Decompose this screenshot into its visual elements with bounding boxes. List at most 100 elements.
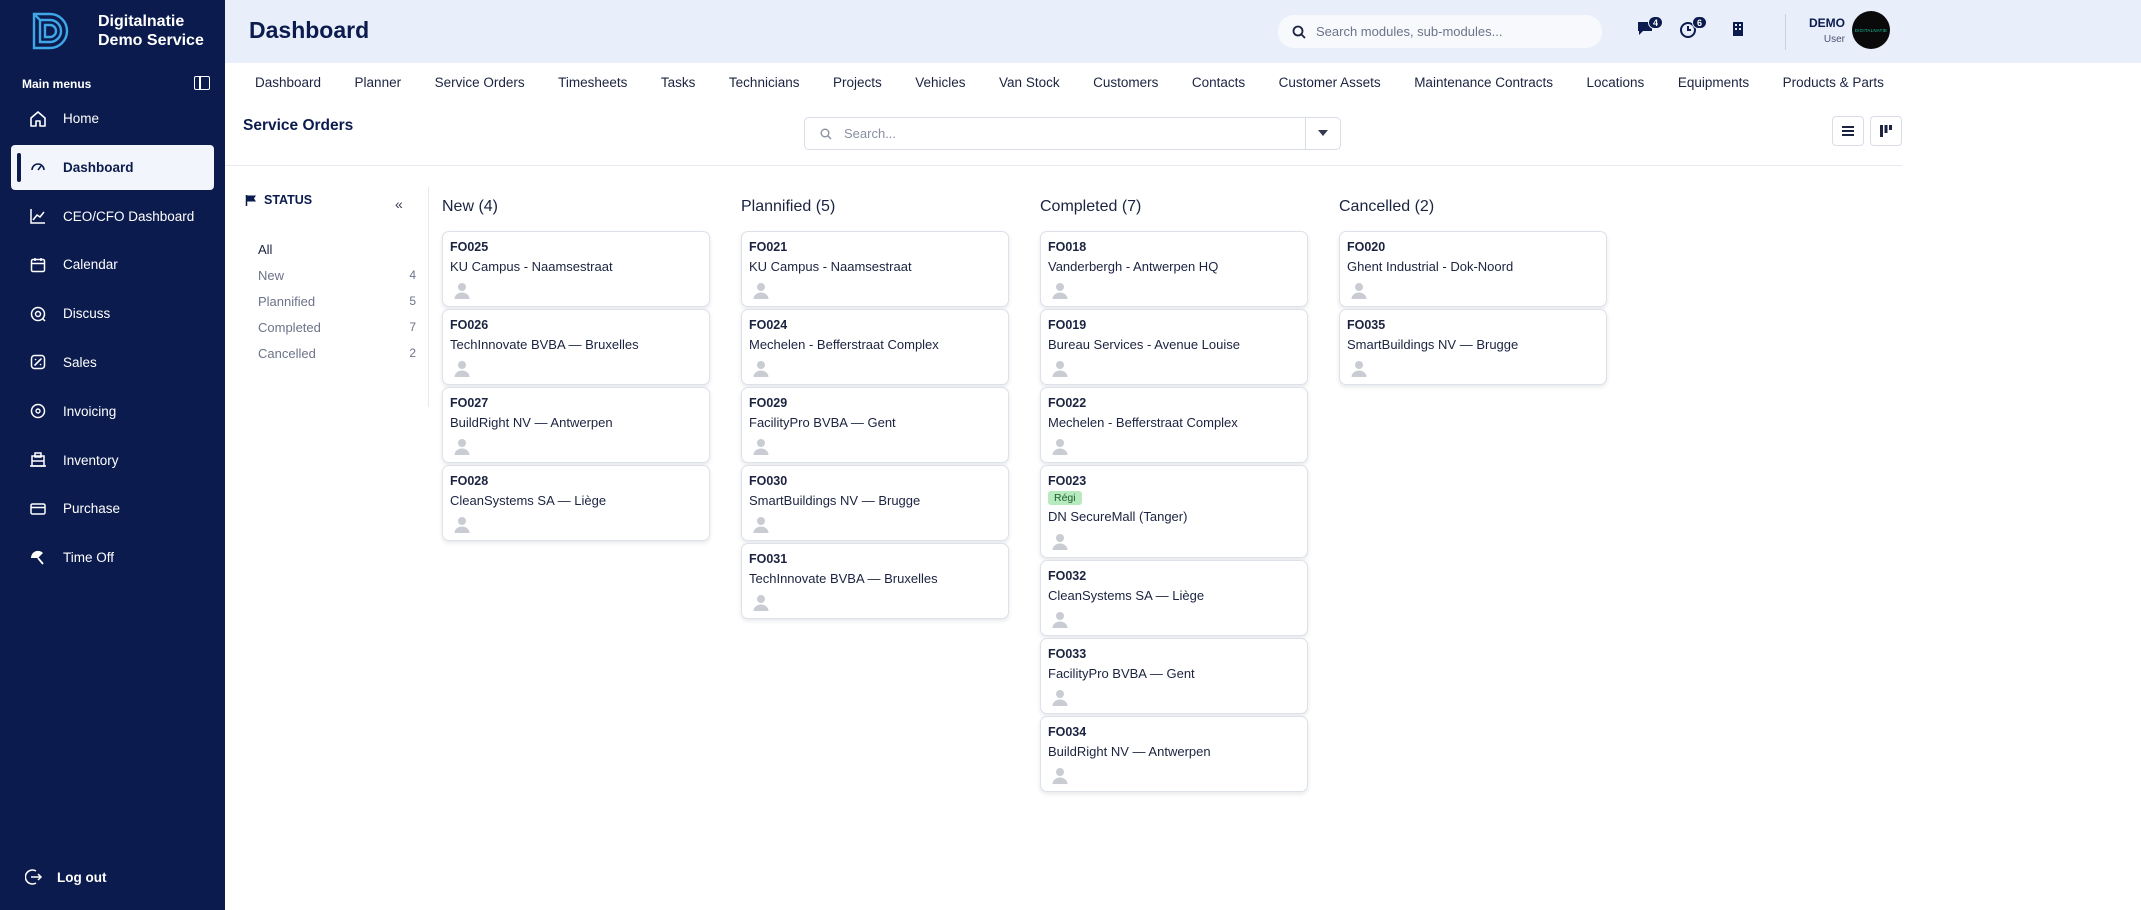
user-avatar-icon[interactable] bbox=[1051, 359, 1069, 377]
kanban-view-button[interactable] bbox=[1870, 116, 1902, 146]
status-item-completed[interactable]: Completed 7 bbox=[258, 314, 416, 340]
card-location-name: DN SecureMall (Tanger) bbox=[1048, 509, 1188, 524]
logout-button[interactable]: Log out bbox=[24, 868, 106, 886]
service-order-card[interactable]: FO018 Vanderbergh - Antwerpen HQ bbox=[1040, 231, 1308, 307]
service-order-card[interactable]: FO031 TechInnovate BVBA — Bruxelles bbox=[741, 543, 1009, 619]
tab-van-stock[interactable]: Van Stock bbox=[999, 75, 1060, 90]
service-order-card[interactable]: FO021 KU Campus - Naamsestraat bbox=[741, 231, 1009, 307]
service-order-card[interactable]: FO034 BuildRight NV — Antwerpen bbox=[1040, 716, 1308, 792]
sidebar-item-dashboard[interactable]: Dashboard bbox=[11, 144, 214, 190]
card-location-name: SmartBuildings NV — Brugge bbox=[749, 493, 921, 508]
card-id: FO028 bbox=[450, 474, 489, 488]
tab-projects[interactable]: Projects bbox=[833, 75, 882, 90]
tab-maintenance-contracts[interactable]: Maintenance Contracts bbox=[1414, 75, 1553, 90]
sidebar-item-inventory[interactable]: Inventory bbox=[11, 438, 214, 483]
caret-down-icon[interactable] bbox=[1318, 130, 1328, 136]
user-avatar-icon[interactable] bbox=[453, 281, 471, 299]
global-search-input[interactable]: Search modules, sub-modules... bbox=[1278, 15, 1602, 48]
user-avatar-icon[interactable] bbox=[752, 359, 770, 377]
service-order-card[interactable]: FO023 Régi DN SecureMall (Tanger) bbox=[1040, 465, 1308, 558]
card-location-name: BuildRight NV — Antwerpen bbox=[450, 415, 613, 430]
user-name: DEMO bbox=[1809, 16, 1845, 30]
status-item-all[interactable]: All bbox=[258, 236, 416, 262]
status-list: All New 4 Plannified 5 Completed 7 Cancelled 2 bbox=[258, 236, 416, 366]
card-location-name: Mechelen - Befferstraat Complex bbox=[749, 337, 939, 352]
user-avatar-icon[interactable] bbox=[752, 437, 770, 455]
user-avatar-icon[interactable] bbox=[1051, 610, 1069, 628]
service-order-card[interactable]: FO033 FacilityPro BVBA — Gent bbox=[1040, 638, 1308, 714]
user-avatar-icon[interactable] bbox=[752, 281, 770, 299]
status-item-new[interactable]: New 4 bbox=[258, 262, 416, 288]
list-view-button[interactable] bbox=[1832, 116, 1864, 146]
service-order-card[interactable]: FO020 Ghent Industrial - Dok-Noord bbox=[1339, 231, 1607, 307]
service-order-card[interactable]: FO027 BuildRight NV — Antwerpen bbox=[442, 387, 710, 463]
tab-timesheets[interactable]: Timesheets bbox=[558, 75, 627, 90]
sidebar-item-ceo-cfo-dashboard[interactable]: CEO/CFO Dashboard bbox=[11, 194, 214, 239]
sidebar-item-discuss[interactable]: Discuss bbox=[11, 291, 214, 336]
tab-locations[interactable]: Locations bbox=[1587, 75, 1645, 90]
activity-button[interactable]: 6 bbox=[1680, 16, 1707, 40]
user-avatar-icon[interactable] bbox=[453, 437, 471, 455]
user-avatar-icon[interactable] bbox=[1051, 281, 1069, 299]
service-order-card[interactable]: FO025 KU Campus - Naamsestraat bbox=[442, 231, 710, 307]
status-item-count: 4 bbox=[409, 268, 416, 282]
service-order-card[interactable]: FO024 Mechelen - Befferstraat Complex bbox=[741, 309, 1009, 385]
service-order-card[interactable]: FO028 CleanSystems SA — Liège bbox=[442, 465, 710, 541]
brand[interactable]: Digitalnatie Demo Service bbox=[28, 8, 204, 54]
service-order-card[interactable]: FO032 CleanSystems SA — Liège bbox=[1040, 560, 1308, 636]
double-chevron-left-icon[interactable]: « bbox=[395, 196, 403, 212]
umbrella-icon bbox=[29, 549, 47, 567]
status-item-label: Plannified bbox=[258, 293, 316, 309]
tab-vehicles[interactable]: Vehicles bbox=[915, 75, 965, 90]
messages-button[interactable]: 4 bbox=[1636, 16, 1663, 40]
tab-technicians[interactable]: Technicians bbox=[729, 75, 800, 90]
sidebar-item-invoicing[interactable]: Invoicing bbox=[11, 389, 214, 434]
service-order-card[interactable]: FO026 TechInnovate BVBA — Bruxelles bbox=[442, 309, 710, 385]
user-avatar-icon[interactable] bbox=[453, 515, 471, 533]
global-search-placeholder: Search modules, sub-modules... bbox=[1316, 24, 1503, 39]
tab-customers[interactable]: Customers bbox=[1093, 75, 1158, 90]
user-avatar-icon[interactable] bbox=[1051, 688, 1069, 706]
status-item-label: New bbox=[258, 267, 285, 283]
sidebar-item-sales[interactable]: Sales bbox=[11, 340, 214, 385]
user-avatar-icon[interactable] bbox=[1350, 281, 1368, 299]
service-order-card[interactable]: FO019 Bureau Services - Avenue Louise bbox=[1040, 309, 1308, 385]
user-avatar-icon[interactable] bbox=[1051, 437, 1069, 455]
tab-dashboard[interactable]: Dashboard bbox=[255, 75, 321, 90]
status-item-cancelled[interactable]: Cancelled 2 bbox=[258, 340, 416, 366]
sidebar-item-purchase[interactable]: Purchase bbox=[11, 486, 214, 531]
messages-badge: 4 bbox=[1648, 16, 1663, 29]
tab-contacts[interactable]: Contacts bbox=[1192, 75, 1245, 90]
company-button[interactable] bbox=[1731, 18, 1745, 40]
card-location-name: CleanSystems SA — Liège bbox=[450, 493, 607, 508]
user-avatar-icon[interactable] bbox=[1350, 359, 1368, 377]
sidebar-item-calendar[interactable]: Calendar bbox=[11, 242, 214, 287]
user-avatar-icon[interactable] bbox=[1051, 532, 1069, 550]
sidebar-toggle-icon[interactable] bbox=[194, 76, 210, 90]
user-avatar-icon[interactable] bbox=[453, 359, 471, 377]
user-avatar-icon[interactable] bbox=[1051, 766, 1069, 784]
tab-tasks[interactable]: Tasks bbox=[661, 75, 696, 90]
service-order-card[interactable]: FO030 SmartBuildings NV — Brugge bbox=[741, 465, 1009, 541]
card-id: FO024 bbox=[749, 318, 788, 332]
card-tag-badge: Régi bbox=[1048, 491, 1082, 505]
tab-planner[interactable]: Planner bbox=[355, 75, 402, 90]
purchase-card-icon bbox=[29, 500, 47, 518]
tab-products-parts[interactable]: Products & Parts bbox=[1783, 75, 1884, 90]
avatar[interactable]: DIGITALNATIE bbox=[1852, 11, 1890, 49]
kanban-column-title: Cancelled (2) bbox=[1339, 198, 1435, 215]
service-order-card[interactable]: FO022 Mechelen - Befferstraat Complex bbox=[1040, 387, 1308, 463]
user-avatar-icon[interactable] bbox=[752, 515, 770, 533]
card-id: FO020 bbox=[1347, 240, 1386, 254]
chart-line-icon bbox=[29, 207, 47, 225]
status-item-plannified[interactable]: Plannified 5 bbox=[258, 288, 416, 314]
sidebar-item-time-off[interactable]: Time Off bbox=[11, 535, 214, 580]
tab-equipments[interactable]: Equipments bbox=[1678, 75, 1749, 90]
user-avatar-icon[interactable] bbox=[752, 593, 770, 611]
service-orders-search-input[interactable]: Search... bbox=[804, 117, 1341, 150]
service-order-card[interactable]: FO029 FacilityPro BVBA — Gent bbox=[741, 387, 1009, 463]
sidebar-item-home[interactable]: Home bbox=[11, 96, 214, 141]
tab-customer-assets[interactable]: Customer Assets bbox=[1279, 75, 1381, 90]
service-order-card[interactable]: FO035 SmartBuildings NV — Brugge bbox=[1339, 309, 1607, 385]
tab-service-orders[interactable]: Service Orders bbox=[435, 75, 525, 90]
